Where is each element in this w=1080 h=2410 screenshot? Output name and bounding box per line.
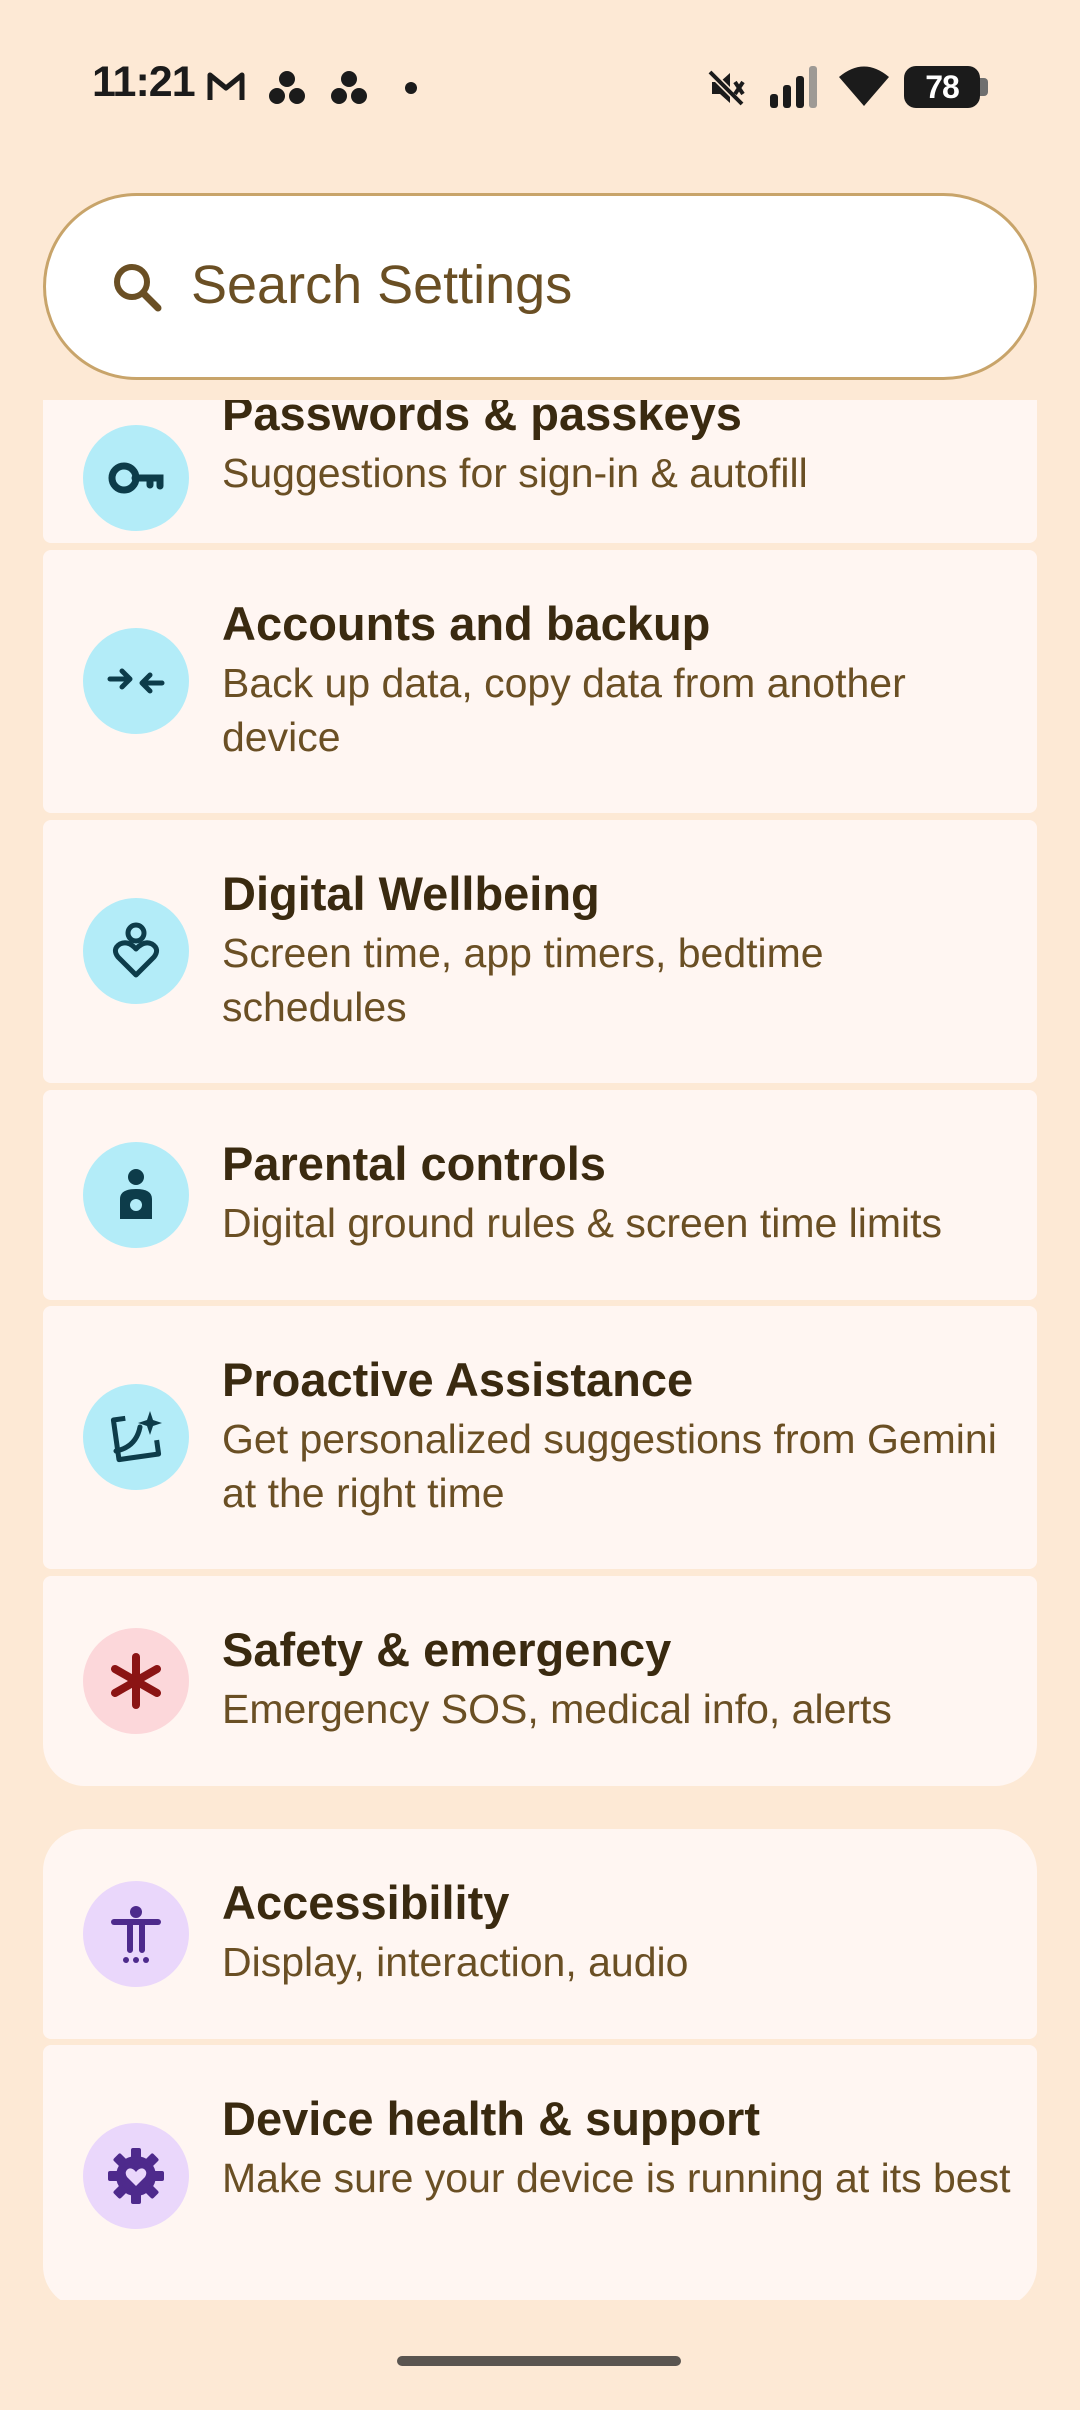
mute-icon <box>707 69 745 107</box>
gmail-icon <box>207 72 245 100</box>
search-settings-bar[interactable]: Search Settings <box>43 193 1037 380</box>
search-placeholder: Search Settings <box>191 255 573 315</box>
accessibility-icon <box>111 1906 161 1963</box>
settings-item-title: Safety & emergency <box>222 1623 672 1676</box>
wellbeing-icon <box>112 922 160 978</box>
key-icon-badge <box>83 425 189 531</box>
settings-item-title: Parental controls <box>222 1137 606 1190</box>
gesture-nav-handle[interactable] <box>397 2356 681 2366</box>
key-icon <box>108 462 164 494</box>
settings-item-subtitle: Suggestions for sign-in & autofill <box>222 450 808 496</box>
search-icon <box>114 264 162 312</box>
settings-item-accounts-backup[interactable]: Accounts and backup Back up data, copy d… <box>43 550 1037 813</box>
settings-item-accessibility[interactable]: Accessibility Display, interaction, audi… <box>43 1829 1037 2039</box>
settings-item-digital-wellbeing[interactable]: Digital Wellbeing Screen time, app timer… <box>43 820 1037 1083</box>
parental-icon-badge <box>83 1142 189 1248</box>
assistant-sparkle-icon-badge <box>83 1384 189 1490</box>
accessibility-icon-badge <box>83 1881 189 1987</box>
notification-dots-icon <box>331 71 367 104</box>
settings-item-device-health[interactable]: Device health & support Make sure your d… <box>43 2045 1037 2300</box>
settings-item-title: Accessibility <box>222 1876 510 1929</box>
settings-list: Passwords & passkeys Suggestions for sig… <box>43 400 1037 2300</box>
battery-icon: 78 <box>904 66 988 108</box>
settings-item-subtitle: Display, interaction, audio <box>222 1939 689 1985</box>
settings-item-passwords[interactable]: Passwords & passkeys Suggestions for sig… <box>43 400 1037 543</box>
settings-item-proactive-assistance[interactable]: Proactive Assistance Get personalized su… <box>43 1306 1037 1569</box>
notification-dots-icon <box>269 71 305 104</box>
settings-item-title: Device health & support <box>222 2092 760 2145</box>
settings-item-subtitle: Digital ground rules & screen time limit… <box>222 1200 943 1246</box>
wellbeing-icon-badge <box>83 898 189 1004</box>
settings-item-title: Proactive Assistance <box>222 1353 694 1406</box>
settings-item-title: Passwords & passkeys <box>222 400 742 440</box>
battery-level: 78 <box>925 69 960 105</box>
gear-heart-icon-badge <box>83 2123 189 2229</box>
status-time: 11:21 <box>92 58 196 106</box>
asterisk-icon <box>111 1653 161 1709</box>
settings-item-subtitle: Make sure your device is running at its … <box>222 2155 1011 2201</box>
gear-heart-icon <box>108 2148 164 2204</box>
wifi-icon <box>839 66 889 106</box>
settings-item-title: Accounts and backup <box>222 597 711 650</box>
asterisk-icon-badge <box>83 1628 189 1734</box>
signal-icon <box>770 66 817 108</box>
sync-arrows-icon <box>107 668 165 694</box>
settings-screen: 11:21 78 Search Settings Passwords & pas… <box>0 0 1080 2410</box>
settings-item-subtitle: Get personalized suggestions from Gemini… <box>222 1416 997 1516</box>
settings-item-title: Digital Wellbeing <box>222 867 600 920</box>
settings-item-subtitle: Emergency SOS, medical info, alerts <box>222 1686 892 1732</box>
settings-item-subtitle: Screen time, app timers, bedtime schedul… <box>222 930 824 1030</box>
settings-item-parental-controls[interactable]: Parental controls Digital ground rules &… <box>43 1090 1037 1300</box>
dot-icon <box>405 82 417 94</box>
sync-arrows-icon-badge <box>83 628 189 734</box>
status-bar: 11:21 78 <box>0 0 1080 180</box>
settings-item-subtitle: Back up data, copy data from another dev… <box>222 660 906 760</box>
assistant-sparkle-icon <box>110 1411 162 1463</box>
settings-item-safety-emergency[interactable]: Safety & emergency Emergency SOS, medica… <box>43 1576 1037 1786</box>
parental-icon <box>120 1169 152 1219</box>
